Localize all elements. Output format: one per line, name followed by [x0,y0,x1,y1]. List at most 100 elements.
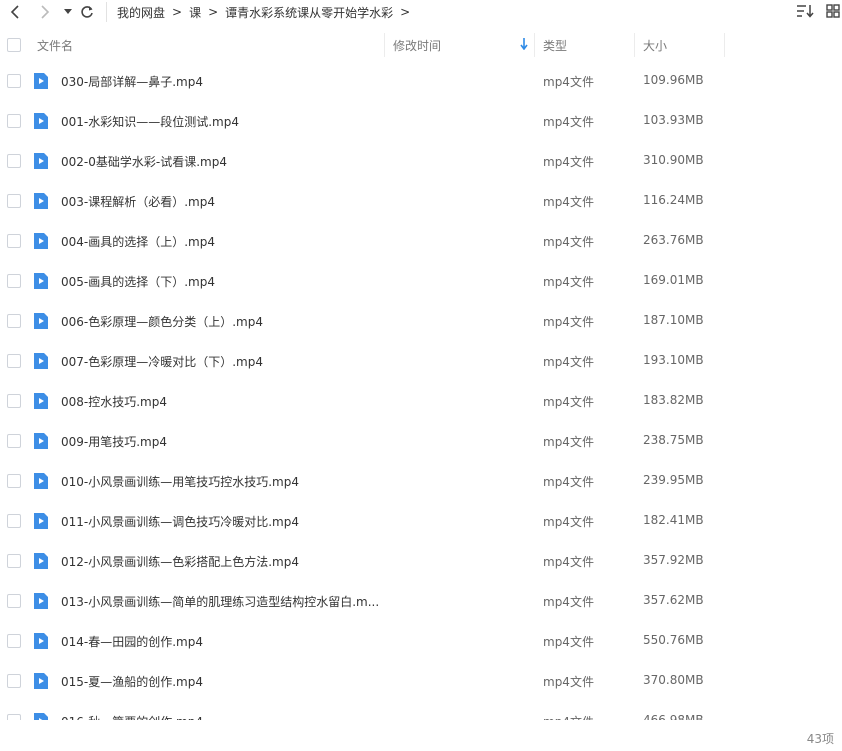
row-checkbox[interactable] [7,274,21,288]
column-header-modified-label: 修改时间 [393,38,442,53]
file-name[interactable]: 007-色彩原理—冷暖对比（下）.mp4 [61,353,381,370]
file-name[interactable]: 011-小风景画训练—调色技巧冷暖对比.mp4 [61,513,381,530]
row-checkbox[interactable] [7,194,21,208]
sort-descending-icon [520,38,528,53]
row-checkbox[interactable] [7,594,21,608]
file-type: mp4文件 [543,675,594,689]
row-checkbox[interactable] [7,394,21,408]
table-row[interactable]: 030-局部详解—鼻子.mp4 mp4文件 109.96MB [0,61,842,101]
row-checkbox[interactable] [7,634,21,648]
select-all-checkbox[interactable] [7,38,21,52]
caret-down-icon[interactable] [62,2,74,22]
breadcrumb-item-root[interactable]: 我的网盘 [117,4,165,21]
file-name[interactable]: 010-小风景画训练—用笔技巧控水技巧.mp4 [61,473,381,490]
column-header: 文件名 修改时间 类型 大小 [0,33,842,57]
file-type: mp4文件 [543,315,594,329]
table-row[interactable]: 013-小风景画训练—简单的肌理练习造型结构控水留白.m... mp4文件 357.… [0,581,842,621]
refresh-icon[interactable] [78,2,96,22]
file-size: 193.10MB [643,353,704,367]
file-name[interactable]: 003-课程解析（必看）.mp4 [61,193,381,210]
table-row[interactable]: 001-水彩知识——段位测试.mp4 mp4文件 103.93MB [0,101,842,141]
row-checkbox[interactable] [7,154,21,168]
file-type: mp4文件 [543,395,594,409]
row-checkbox[interactable] [7,554,21,568]
table-row[interactable]: 015-夏—渔船的创作.mp4 mp4文件 370.80MB [0,661,842,701]
file-name[interactable]: 008-控水技巧.mp4 [61,393,381,410]
breadcrumb-separator[interactable]: > [400,5,410,19]
table-row[interactable]: 002-0基础学水彩-试看课.mp4 mp4文件 310.90MB [0,141,842,181]
file-type: mp4文件 [543,515,594,529]
video-file-icon [33,152,49,170]
table-row[interactable]: 004-画具的选择（上）.mp4 mp4文件 263.76MB [0,221,842,261]
video-file-icon [33,192,49,210]
item-count: 43项 [806,732,834,746]
column-header-name[interactable]: 文件名 [29,33,385,57]
row-checkbox[interactable] [7,474,21,488]
video-file-icon [33,112,49,130]
table-row[interactable]: 012-小风景画训练—色彩搭配上色方法.mp4 mp4文件 357.92MB [0,541,842,581]
column-header-type[interactable]: 类型 [535,33,635,57]
file-name[interactable]: 030-局部详解—鼻子.mp4 [61,73,381,90]
toolbar: 我的网盘 > 课 > 谭青水彩系统课从零开始学水彩 > [0,0,842,24]
table-row[interactable]: 003-课程解析（必看）.mp4 mp4文件 116.24MB [0,181,842,221]
table-row[interactable]: 007-色彩原理—冷暖对比（下）.mp4 mp4文件 193.10MB [0,341,842,381]
breadcrumb-separator: > [172,5,183,19]
file-name[interactable]: 015-夏—渔船的创作.mp4 [61,673,381,690]
breadcrumb-item-current[interactable]: 谭青水彩系统课从零开始学水彩 [225,4,393,21]
row-checkbox[interactable] [7,674,21,688]
video-file-icon [33,592,49,610]
row-checkbox[interactable] [7,714,21,720]
row-checkbox[interactable] [7,74,21,88]
video-file-icon [33,312,49,330]
file-list: 030-局部详解—鼻子.mp4 mp4文件 109.96MB 001-水彩知识——段位… [0,61,842,720]
table-row[interactable]: 014-春—田园的创作.mp4 mp4文件 550.76MB [0,621,842,661]
file-size: 169.01MB [643,273,704,287]
file-name[interactable]: 014-春—田园的创作.mp4 [61,633,381,650]
file-size: 182.41MB [643,513,704,527]
file-name[interactable]: 009-用笔技巧.mp4 [61,433,381,450]
grid-view-icon[interactable] [824,2,842,20]
file-size: 103.93MB [643,113,704,127]
file-name[interactable]: 006-色彩原理—颜色分类（上）.mp4 [61,313,381,330]
table-row[interactable]: 005-画具的选择（下）.mp4 mp4文件 169.01MB [0,261,842,301]
column-header-modified[interactable]: 修改时间 [385,33,535,57]
file-name[interactable]: 013-小风景画训练—简单的肌理练习造型结构控水留白.m... [61,593,381,610]
file-name[interactable]: 016-秋—篱栗的创作.mp4 [61,713,381,720]
chevron-left-icon[interactable] [6,2,24,22]
file-size: 183.82MB [643,393,704,407]
file-type: mp4文件 [543,195,594,209]
table-row[interactable]: 009-用笔技巧.mp4 mp4文件 238.75MB [0,421,842,461]
table-row[interactable]: 006-色彩原理—颜色分类（上）.mp4 mp4文件 187.10MB [0,301,842,341]
file-type: mp4文件 [543,235,594,249]
column-header-size[interactable]: 大小 [635,33,725,57]
row-checkbox[interactable] [7,434,21,448]
video-file-icon [33,472,49,490]
table-row[interactable]: 010-小风景画训练—用笔技巧控水技巧.mp4 mp4文件 239.95MB [0,461,842,501]
file-name[interactable]: 002-0基础学水彩-试看课.mp4 [61,153,381,170]
row-checkbox[interactable] [7,314,21,328]
row-checkbox[interactable] [7,354,21,368]
table-row[interactable]: 008-控水技巧.mp4 mp4文件 183.82MB [0,381,842,421]
file-type: mp4文件 [543,155,594,169]
file-name[interactable]: 001-水彩知识——段位测试.mp4 [61,113,381,130]
chevron-right-icon[interactable] [36,2,54,22]
file-size: 310.90MB [643,153,704,167]
sort-icon[interactable] [796,2,814,20]
video-file-icon [33,552,49,570]
video-file-icon [33,72,49,90]
breadcrumb-item-folder[interactable]: 课 [189,4,201,21]
row-checkbox[interactable] [7,234,21,248]
row-checkbox[interactable] [7,514,21,528]
file-name[interactable]: 005-画具的选择（下）.mp4 [61,273,381,290]
table-row[interactable]: 011-小风景画训练—调色技巧冷暖对比.mp4 mp4文件 182.41MB [0,501,842,541]
file-name[interactable]: 004-画具的选择（上）.mp4 [61,233,381,250]
file-size: 370.80MB [643,673,704,687]
breadcrumb: 我的网盘 > 课 > 谭青水彩系统课从零开始学水彩 > [106,2,417,22]
file-name[interactable]: 012-小风景画训练—色彩搭配上色方法.mp4 [61,553,381,570]
file-size: 116.24MB [643,193,704,207]
video-file-icon [33,672,49,690]
row-checkbox[interactable] [7,114,21,128]
video-file-icon [33,392,49,410]
video-file-icon [33,712,49,720]
table-row[interactable]: 016-秋—篱栗的创作.mp4 mp4文件 466.98MB [0,701,842,720]
